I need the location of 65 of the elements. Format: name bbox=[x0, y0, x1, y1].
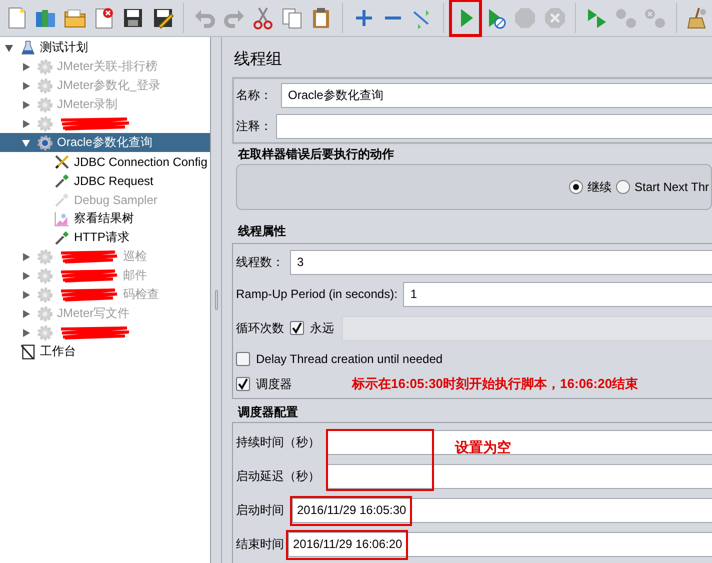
tree-label: JDBC Connection Config bbox=[74, 154, 208, 168]
collapsed-arrow-icon[interactable] bbox=[21, 290, 31, 300]
collapsed-arrow-icon[interactable] bbox=[21, 308, 31, 318]
field-label: 线程数： bbox=[236, 254, 285, 270]
tree-item[interactable]: 察看结果树 bbox=[0, 209, 210, 228]
tree-label: 测试计划 bbox=[40, 39, 88, 56]
tree-label: 察看结果树 bbox=[74, 210, 134, 227]
collapsed-arrow-icon[interactable] bbox=[21, 252, 31, 262]
field-label: 注释： bbox=[236, 118, 273, 135]
tree-label: 码检查 bbox=[123, 286, 159, 303]
section-heading: 在取样器错误后要执行的动作 bbox=[238, 146, 395, 162]
field-label: 名称： bbox=[236, 87, 273, 104]
tree-label: JMeter关联-排行榜 bbox=[57, 58, 158, 75]
field-label: Ramp-Up Period (in seconds): bbox=[236, 287, 398, 301]
collapsed-arrow-icon[interactable] bbox=[21, 328, 31, 338]
tree-item[interactable]: 测试计划 bbox=[0, 38, 210, 57]
input-field[interactable]: 3 bbox=[290, 250, 712, 274]
field-label: 循环次数 bbox=[236, 320, 285, 336]
collapsed-arrow-icon[interactable] bbox=[21, 62, 31, 72]
radio-option[interactable]: 继续 bbox=[568, 178, 612, 196]
collapsed-arrow-icon[interactable] bbox=[21, 270, 31, 280]
panel-title: 线程组 bbox=[234, 50, 283, 70]
checkbox-option[interactable]: 调度器 bbox=[236, 376, 292, 392]
checkbox-option[interactable]: Delay Thread creation until needed bbox=[236, 352, 443, 366]
collapsed-arrow-icon[interactable] bbox=[21, 100, 31, 110]
tree-label: JDBC Request bbox=[74, 174, 154, 188]
annotation-text: 标示在16:05:30时刻开始执行脚本，16:06:20结束 bbox=[352, 375, 638, 393]
tree-label: Oracle参数化查询 bbox=[57, 134, 152, 151]
tree-label: 巡检 bbox=[123, 248, 147, 265]
splitter-handle[interactable] bbox=[214, 290, 218, 310]
field-label: 结束时间 bbox=[236, 536, 285, 552]
input-field[interactable] bbox=[276, 114, 712, 139]
tree-label: 邮件 bbox=[123, 267, 147, 284]
field-label: 启动延迟（秒） bbox=[236, 468, 321, 484]
input-field[interactable] bbox=[326, 430, 712, 454]
tree-item[interactable]: HTTP请求 bbox=[0, 228, 210, 247]
field-label: 启动时间 bbox=[236, 502, 285, 518]
tree-item[interactable]: 工作台 bbox=[0, 342, 210, 361]
tree-item[interactable]: JDBC Request bbox=[0, 171, 210, 190]
collapsed-arrow-icon[interactable] bbox=[21, 80, 31, 90]
forever-checkbox[interactable]: 永远 bbox=[290, 320, 334, 336]
input-field[interactable] bbox=[326, 464, 712, 488]
expanded-arrow-icon[interactable] bbox=[4, 42, 14, 52]
radio-option[interactable]: Start Next Thr bbox=[616, 180, 709, 194]
expanded-arrow-icon[interactable] bbox=[21, 138, 31, 148]
tree-item[interactable]: Oracle参数化查询 bbox=[0, 133, 210, 152]
checkbox[interactable] bbox=[290, 321, 304, 335]
tree-item[interactable]: JDBC Connection Config bbox=[0, 152, 210, 171]
copy-icon[interactable] bbox=[280, 6, 304, 30]
checkbox[interactable] bbox=[236, 377, 250, 391]
tree-label: JMeter参数化_登录 bbox=[57, 77, 160, 94]
section-heading: 线程属性 bbox=[238, 223, 287, 239]
section-heading: 调度器配置 bbox=[238, 404, 299, 420]
input-field[interactable]: 1 bbox=[403, 282, 712, 306]
tree-label: 工作台 bbox=[40, 343, 76, 360]
tree-label: JMeter写文件 bbox=[57, 305, 130, 322]
annotation-text: 设置为空 bbox=[455, 439, 511, 457]
tree-label: JMeter录制 bbox=[57, 96, 118, 113]
field-label: 持续时间（秒） bbox=[236, 434, 321, 450]
input-field[interactable]: Oracle参数化查询 bbox=[281, 83, 712, 108]
tree-label: Debug Sampler bbox=[74, 192, 158, 206]
scissors-icon[interactable] bbox=[251, 6, 276, 30]
checkbox[interactable] bbox=[236, 352, 250, 366]
tree-label: HTTP请求 bbox=[74, 229, 130, 246]
collapsed-arrow-icon[interactable] bbox=[21, 118, 31, 128]
